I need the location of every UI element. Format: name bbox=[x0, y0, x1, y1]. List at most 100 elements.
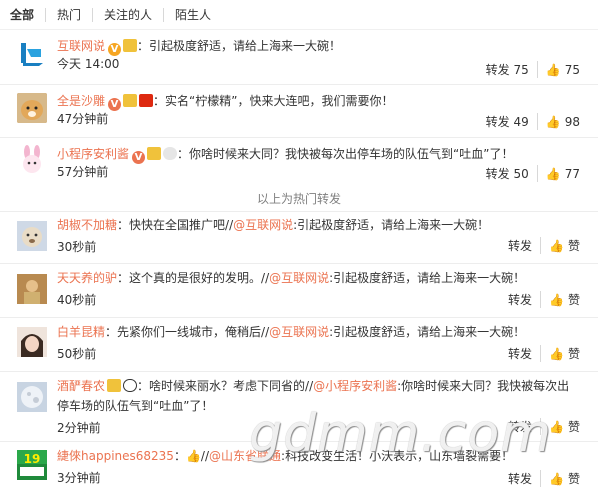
hot-repost-item: 互联网说 V ：引起极度舒适，请给上海来一大碗！ 今天 14:00 转发 75 👍 7… bbox=[0, 30, 598, 85]
tab-all[interactable]: 全部 bbox=[10, 8, 45, 22]
repost-button[interactable]: 转发 50 bbox=[478, 165, 538, 182]
like-count: 75 bbox=[564, 62, 580, 77]
medal-icon bbox=[163, 147, 178, 160]
quoted-text: :引起极度舒适，请给上海来一大碗！ bbox=[293, 218, 490, 232]
thumbs-up-emoji-icon: 👍 bbox=[185, 449, 201, 463]
member-crown-icon bbox=[123, 94, 138, 107]
post-actions: 转发 👍 赞 bbox=[500, 470, 580, 487]
separator: ： bbox=[105, 325, 118, 339]
like-label: 赞 bbox=[567, 420, 580, 434]
like-button[interactable]: 👍 98 bbox=[538, 115, 580, 129]
puppy-avatar-icon bbox=[17, 221, 47, 251]
repost-text: 引起极度舒适，请给上海来一大碗！ bbox=[149, 39, 342, 53]
like-button[interactable]: 👍 赞 bbox=[541, 345, 580, 362]
portrait-avatar-icon bbox=[17, 327, 47, 357]
repost-label: 转发 bbox=[508, 239, 533, 253]
post-actions: 转发 49 👍 98 bbox=[478, 113, 580, 130]
quoted-text: :引起极度舒适，请给上海来一大碗！ bbox=[329, 271, 526, 285]
avatar[interactable] bbox=[17, 93, 47, 123]
thumbs-up-icon: 👍 bbox=[549, 292, 564, 307]
repost-button[interactable]: 转发 bbox=[500, 470, 542, 487]
repost-label: 转发 bbox=[508, 472, 533, 486]
mention-link[interactable]: @互联网说 bbox=[269, 271, 329, 285]
username-link[interactable]: 緁倈happines68235 bbox=[57, 449, 174, 463]
username-link[interactable]: 胡椒不加糖 bbox=[57, 218, 117, 232]
mention-link[interactable]: @小程序安利酱 bbox=[313, 379, 397, 393]
username-link[interactable]: 白羊昆精 bbox=[57, 325, 105, 339]
post-actions: 转发 50 👍 77 bbox=[478, 165, 580, 182]
tab-following[interactable]: 关注的人 bbox=[92, 7, 163, 22]
photo-avatar-icon bbox=[17, 274, 47, 304]
verified-v-icon: V bbox=[108, 43, 122, 56]
avatar[interactable] bbox=[17, 382, 47, 412]
repost-count: 49 bbox=[513, 114, 529, 129]
member-crown-icon bbox=[123, 39, 138, 52]
like-button[interactable]: 👍 77 bbox=[538, 167, 580, 181]
separator: ： bbox=[177, 147, 190, 161]
like-label: 赞 bbox=[567, 472, 580, 486]
avatar[interactable] bbox=[17, 221, 47, 251]
verified-v-icon: V bbox=[132, 151, 146, 164]
member-crown-icon bbox=[107, 379, 122, 392]
thumbs-up-icon: 👍 bbox=[545, 62, 561, 77]
tab-hot[interactable]: 热门 bbox=[45, 7, 92, 22]
like-button[interactable]: 👍 75 bbox=[538, 63, 580, 77]
repost-button[interactable]: 转发 bbox=[500, 291, 542, 308]
username-link[interactable]: 小程序安利酱 bbox=[57, 147, 129, 161]
hot-divider: 以上为热门转发 bbox=[0, 186, 598, 212]
repost-label: 转发 bbox=[508, 347, 533, 361]
thumbs-up-icon: 👍 bbox=[549, 471, 564, 486]
filter-tabs: 全部 热门 关注的人 陌生人 bbox=[0, 0, 598, 30]
avatar[interactable] bbox=[17, 39, 47, 69]
like-button[interactable]: 👍 赞 bbox=[541, 291, 580, 308]
avatar[interactable] bbox=[17, 327, 47, 357]
quoted-text: :引起极度舒适，请给上海来一大碗！ bbox=[329, 325, 526, 339]
brand-logo-icon bbox=[17, 39, 47, 69]
doge-avatar-icon bbox=[17, 93, 47, 123]
hot-repost-item: 小程序安利酱 V ：你啥时候来大同？我快被每次出停车场的队伍气到“吐血”了！ 57分… bbox=[0, 138, 598, 186]
repost-label: 转发 bbox=[485, 167, 510, 181]
username-link[interactable]: 互联网说 bbox=[57, 39, 105, 53]
repost-count: 75 bbox=[513, 62, 529, 77]
repost-item: 胡椒不加糖：快快在全国推广吧//@互联网说:引起极度舒适，请给上海来一大碗！ 3… bbox=[0, 212, 598, 264]
username-link[interactable]: 全是沙雕 bbox=[57, 94, 105, 108]
moon-avatar-icon bbox=[17, 382, 47, 412]
post-actions: 转发 75 👍 75 bbox=[478, 61, 580, 78]
repost-text: // bbox=[200, 449, 210, 463]
member-crown-icon bbox=[147, 147, 162, 160]
avatar[interactable]: 19 bbox=[17, 450, 47, 480]
repost-text: 这个真的是很好的发明。// bbox=[129, 271, 270, 285]
thumbs-up-icon: 👍 bbox=[545, 166, 561, 181]
repost-item: 天天养的驴：这个真的是很好的发明。//@互联网说:引起极度舒适，请给上海来一大碗… bbox=[0, 264, 598, 318]
repost-button[interactable]: 转发 49 bbox=[478, 113, 538, 130]
verified-v-icon: V bbox=[108, 98, 122, 111]
avatar[interactable] bbox=[17, 274, 47, 304]
separator: ： bbox=[153, 94, 166, 108]
repost-text: 快快在全国推广吧// bbox=[129, 218, 234, 232]
avatar[interactable] bbox=[17, 145, 47, 175]
post-actions: 转发 👍 赞 bbox=[500, 345, 580, 362]
repost-button[interactable]: 转发 75 bbox=[478, 61, 538, 78]
repost-button[interactable]: 转发 bbox=[500, 237, 542, 254]
like-label: 赞 bbox=[567, 239, 580, 253]
like-button[interactable]: 👍 赞 bbox=[541, 470, 580, 487]
hot-repost-item: 全是沙雕 V ：实名“柠檬精”，快来大连吧，我们需要你！ 47分钟前 转发 49 👍… bbox=[0, 85, 598, 138]
mention-link[interactable]: @互联网说 bbox=[269, 325, 329, 339]
username-link[interactable]: 天天养的驴 bbox=[57, 271, 117, 285]
thumbs-up-icon: 👍 bbox=[549, 346, 564, 361]
like-label: 赞 bbox=[567, 347, 580, 361]
mention-link[interactable]: @互联网说 bbox=[233, 218, 293, 232]
repost-label: 转发 bbox=[508, 293, 533, 307]
repost-label: 转发 bbox=[485, 115, 510, 129]
post-actions: 转发 👍 赞 bbox=[500, 291, 580, 308]
repost-text: 啥时候来丽水？考虑下同省的// bbox=[149, 379, 314, 393]
post-actions: 转发 👍 赞 bbox=[500, 237, 580, 254]
site-watermark: gdmm.com bbox=[249, 404, 552, 464]
like-button[interactable]: 👍 赞 bbox=[541, 237, 580, 254]
username-link[interactable]: 酒酽春农 bbox=[57, 379, 105, 393]
repost-button[interactable]: 转发 bbox=[500, 345, 542, 362]
thumbs-up-icon: 👍 bbox=[545, 114, 561, 129]
tab-strangers[interactable]: 陌生人 bbox=[163, 7, 222, 22]
panda-icon bbox=[123, 379, 138, 392]
like-count: 98 bbox=[564, 114, 580, 129]
